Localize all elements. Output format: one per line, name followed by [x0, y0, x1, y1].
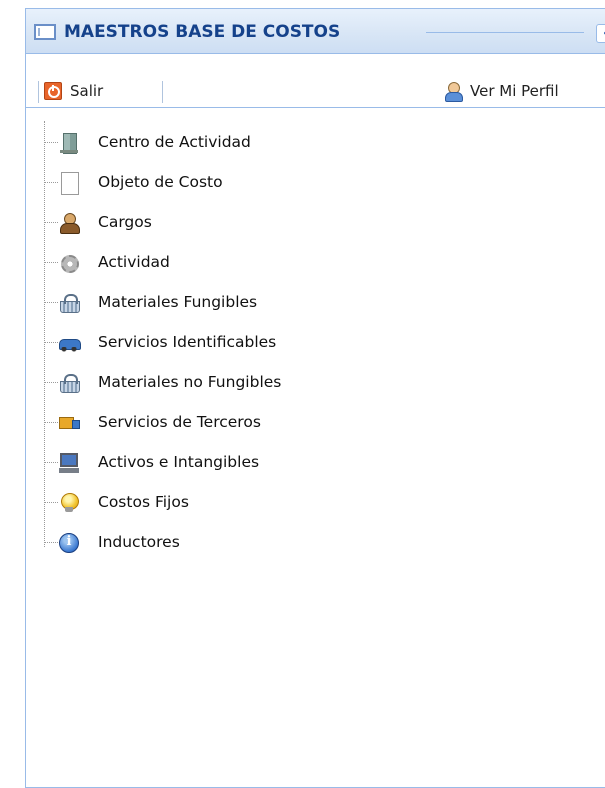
tree-item-costos-fijos[interactable]: Costos Fijos	[26, 483, 605, 523]
truck-icon	[58, 412, 80, 434]
tree-branch	[44, 462, 58, 463]
tree-branch	[44, 142, 58, 143]
tree-item-centro-de-actividad[interactable]: Centro de Actividad	[26, 123, 605, 163]
tree-branch	[44, 182, 58, 183]
tree-item-label: Actividad	[98, 253, 170, 271]
info-icon	[58, 532, 80, 554]
person-icon	[58, 212, 80, 234]
tree-menu: Centro de Actividad Objeto de Costo Carg…	[26, 121, 605, 563]
salir-button[interactable]: Salir	[44, 79, 103, 103]
tree-item-label: Inductores	[98, 533, 180, 551]
tree-item-label: Servicios de Terceros	[98, 413, 261, 431]
tree-branch	[44, 342, 58, 343]
tree-item-label: Materiales no Fungibles	[98, 373, 282, 391]
tree-branch	[44, 302, 58, 303]
ver-perfil-label: Ver Mi Perfil	[470, 82, 559, 100]
salir-label: Salir	[70, 82, 104, 100]
tree-item-materiales-no-fungibles[interactable]: Materiales no Fungibles	[26, 363, 605, 403]
toolbar-separator	[38, 81, 39, 103]
tree-item-label: Objeto de Costo	[98, 173, 223, 191]
tree-branch	[44, 222, 58, 223]
header-divider	[426, 32, 584, 33]
tree-item-label: Servicios Identificables	[98, 333, 277, 351]
document-icon	[58, 172, 80, 195]
tree-item-label: Materiales Fungibles	[98, 293, 258, 311]
tree-item-label: Centro de Actividad	[98, 133, 251, 151]
tree-item-label: Costos Fijos	[98, 493, 189, 511]
tree-item-servicios-de-terceros[interactable]: Servicios de Terceros	[26, 403, 605, 443]
tree-item-materiales-fungibles[interactable]: Materiales Fungibles	[26, 283, 605, 323]
tree-item-servicios-identificables[interactable]: Servicios Identificables	[26, 323, 605, 363]
car-icon	[58, 332, 81, 354]
tree-item-inductores[interactable]: Inductores	[26, 523, 605, 563]
tree-item-label: Cargos	[98, 213, 152, 231]
collapse-button[interactable]: «	[596, 24, 605, 43]
maestros-panel: MAESTROS BASE DE COSTOS « Salir Ver Mi P…	[25, 8, 605, 788]
tree-branch	[44, 542, 58, 543]
panel-header: MAESTROS BASE DE COSTOS «	[26, 9, 605, 54]
user-icon	[444, 81, 463, 102]
tree-item-cargos[interactable]: Cargos	[26, 203, 605, 243]
tree-branch	[44, 382, 58, 383]
tree-item-activos-e-intangibles[interactable]: Activos e Intangibles	[26, 443, 605, 483]
tree-item-label: Activos e Intangibles	[98, 453, 260, 471]
lightbulb-icon	[58, 492, 80, 514]
tree-branch	[44, 422, 58, 423]
gear-icon	[58, 252, 80, 274]
tree-item-objeto-de-costo[interactable]: Objeto de Costo	[26, 163, 605, 203]
basket-icon	[58, 292, 80, 314]
tree-item-actividad[interactable]: Actividad	[26, 243, 605, 283]
computer-icon	[58, 452, 80, 474]
tree-branch	[44, 262, 58, 263]
window-icon	[34, 24, 56, 40]
tree-branch	[44, 502, 58, 503]
toolbar: Salir Ver Mi Perfil	[26, 75, 605, 108]
building-icon	[58, 132, 80, 154]
exit-icon	[44, 82, 62, 100]
toolbar-separator	[162, 81, 163, 103]
panel-title: MAESTROS BASE DE COSTOS	[64, 22, 341, 42]
ver-perfil-button[interactable]: Ver Mi Perfil	[444, 79, 559, 103]
basket-icon	[58, 372, 80, 394]
